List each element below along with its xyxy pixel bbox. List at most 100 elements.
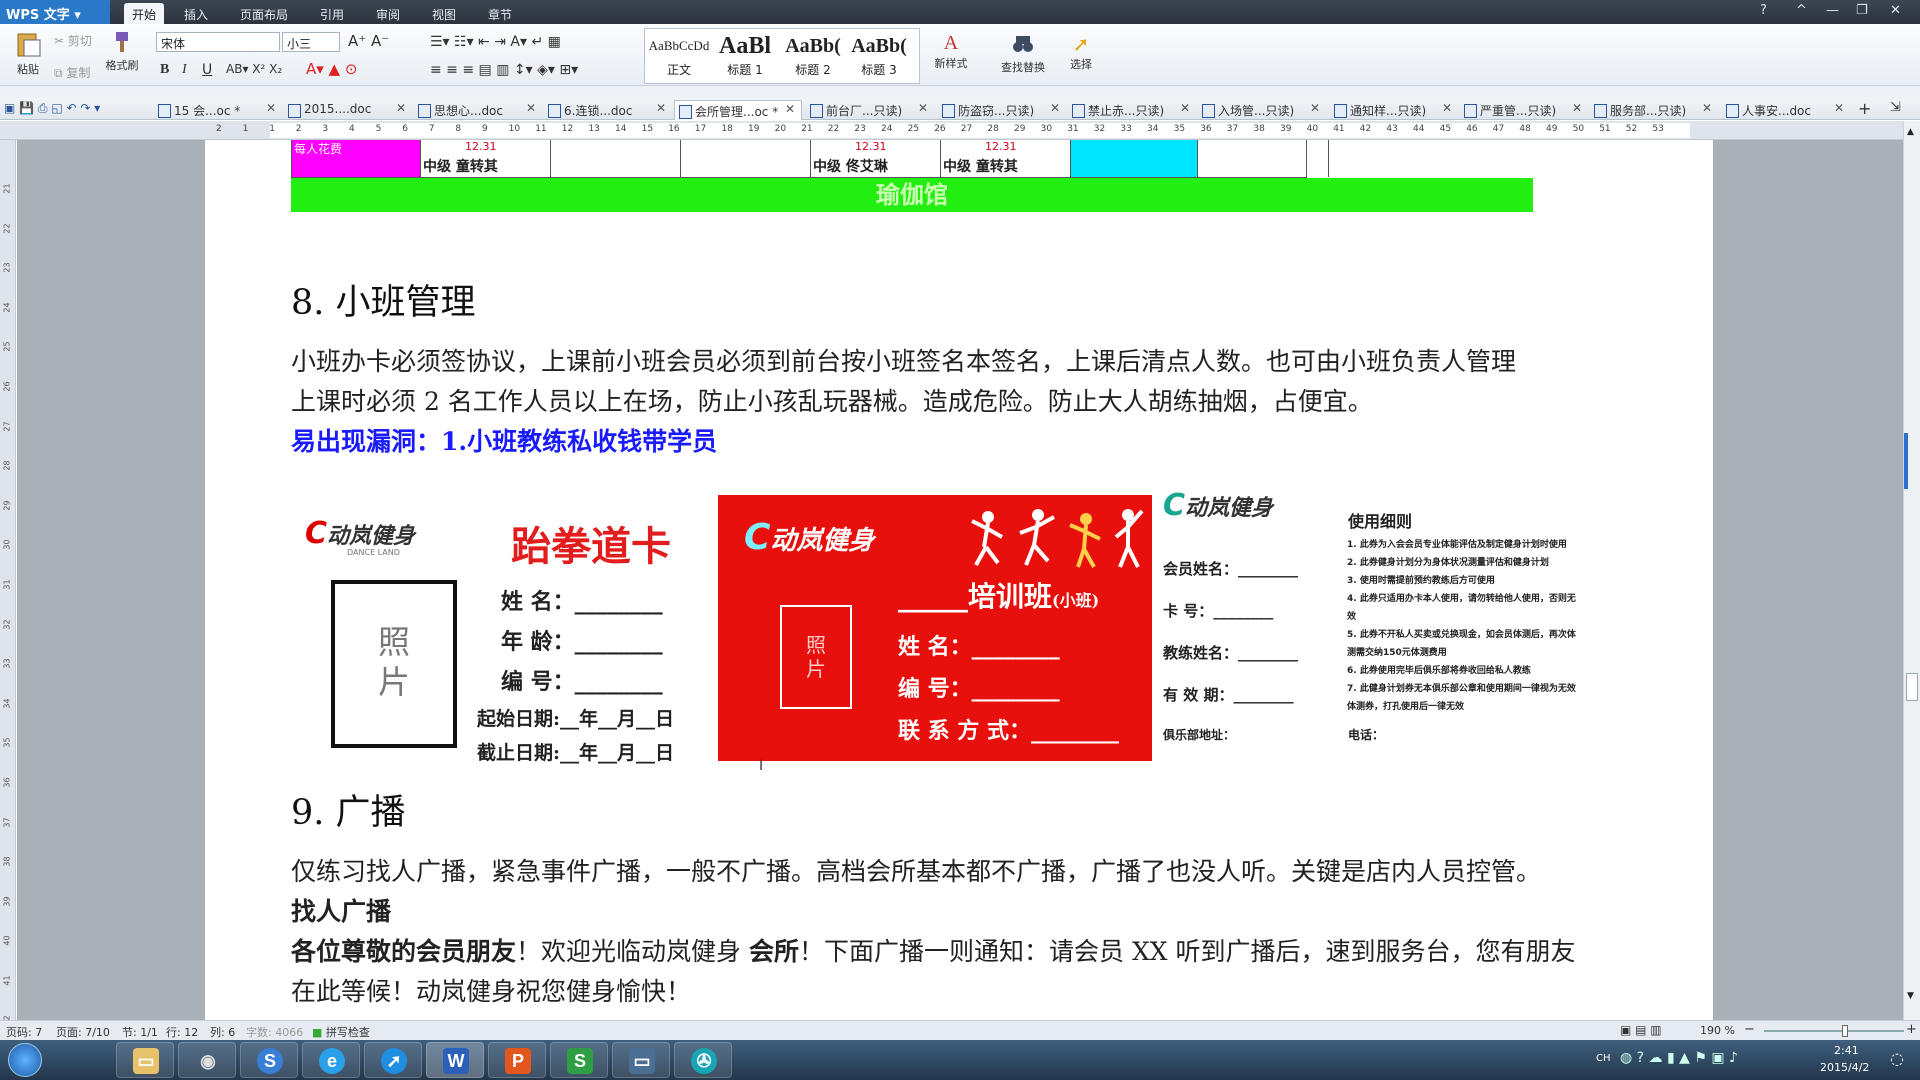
zoom-slider-thumb[interactable] bbox=[1842, 1025, 1848, 1037]
doc-tab[interactable]: 前台厂...只读) ✕ bbox=[806, 100, 934, 120]
style-normal[interactable]: AaBbCcDd 正文 bbox=[647, 31, 711, 83]
doc-tab[interactable]: 禁止赤...只读) ✕ bbox=[1068, 100, 1196, 120]
font-color-icon[interactable]: A▾ ▲ ⊙ bbox=[306, 60, 357, 78]
strike-button[interactable]: AB▾ X² X₂ bbox=[226, 62, 282, 76]
spell-check-toggle[interactable]: ■ 拼写检查 bbox=[312, 1024, 370, 1040]
taskbar-wps-writer[interactable]: W bbox=[426, 1042, 484, 1078]
taskbar-wps-spreadsheet[interactable]: S bbox=[550, 1042, 608, 1078]
help-icon[interactable]: ? bbox=[1760, 3, 1767, 18]
taskbar-media-player[interactable]: ✇ bbox=[674, 1042, 732, 1078]
doc-tab[interactable]: 人事安...doc ✕ bbox=[1722, 100, 1850, 120]
doc-tab[interactable]: 会所管理...oc * ✕ bbox=[674, 100, 802, 120]
italic-button[interactable]: I bbox=[182, 62, 187, 78]
new-style-button[interactable]: A 新样式 bbox=[928, 32, 974, 71]
start-button[interactable] bbox=[8, 1043, 42, 1077]
style-heading2[interactable]: AaBb(标题 2 bbox=[781, 31, 845, 83]
doc-tab[interactable]: 2015....doc ✕ bbox=[284, 100, 412, 120]
taskbar-qq[interactable]: ◉ bbox=[178, 1042, 236, 1078]
style-heading3[interactable]: AaBb(标题 3 bbox=[847, 31, 911, 83]
cut-button[interactable]: ✂ 剪切 bbox=[54, 32, 92, 49]
close-tab-icon[interactable]: ✕ bbox=[1702, 101, 1712, 115]
horizontal-ruler[interactable]: 2 1 1 2 3 4 5 6 7 8 9 10 11 12 13 14 15 16 17 18 19 20 21 22 23 2… bbox=[0, 121, 1920, 140]
doc-tab-label: 服务部...只读) bbox=[1610, 104, 1687, 118]
app-menu-button[interactable]: WPS 文字 ▾ bbox=[0, 0, 110, 24]
format-painter-button[interactable]: 格式刷 bbox=[100, 30, 144, 73]
ime-indicator[interactable]: CH bbox=[1596, 1053, 1611, 1064]
tab-insert[interactable]: 插入 bbox=[176, 3, 216, 24]
taskbar-browser-1[interactable]: S bbox=[240, 1042, 298, 1078]
copy-button[interactable]: ⧉ 复制 bbox=[54, 64, 90, 81]
doc-tab[interactable]: 6.连锁...doc ✕ bbox=[544, 100, 672, 120]
scroll-up-icon[interactable]: ▲ bbox=[1907, 127, 1914, 137]
status-wordcount[interactable]: 字数: 4066 bbox=[246, 1024, 303, 1040]
view-mode-icons[interactable]: ▣ ▤ ▥ bbox=[1620, 1023, 1662, 1037]
select-button[interactable]: ➚ 选择 bbox=[1062, 32, 1100, 72]
close-tab-icon[interactable]: ✕ bbox=[656, 101, 666, 115]
close-tab-icon[interactable]: ✕ bbox=[785, 102, 795, 116]
nav-side-tab[interactable] bbox=[1904, 433, 1908, 489]
doc-tab[interactable]: 严重管...只读) ✕ bbox=[1460, 100, 1588, 120]
bold-button[interactable]: B bbox=[160, 62, 169, 78]
vertical-ruler[interactable]: 21 22 23 24 25 26 27 28 29 30 31 32 33 34 35 36 37 38 39 40… bbox=[0, 140, 16, 1025]
tab-home[interactable]: 开始 bbox=[124, 3, 165, 24]
clock-date[interactable]: 2015/4/2 bbox=[1820, 1061, 1869, 1074]
close-tab-icon[interactable]: ✕ bbox=[266, 101, 276, 115]
collapse-ribbon-icon[interactable]: ^ bbox=[1796, 3, 1807, 18]
clock-time[interactable]: 2:41 bbox=[1834, 1044, 1859, 1057]
ruler-number: 48 bbox=[1519, 124, 1531, 134]
restore-button[interactable]: ❐ bbox=[1856, 3, 1868, 18]
tab-page-layout[interactable]: 页面布局 bbox=[232, 3, 296, 24]
tab-review[interactable]: 审阅 bbox=[368, 3, 408, 24]
tab-menu-icon[interactable]: ⇲ bbox=[1890, 100, 1901, 115]
tab-references[interactable]: 引用 bbox=[312, 3, 352, 24]
zoom-slider[interactable] bbox=[1764, 1030, 1904, 1032]
font-size-select[interactable]: 小三 bbox=[282, 32, 340, 52]
close-tab-icon[interactable]: ✕ bbox=[1180, 101, 1190, 115]
doc-tab[interactable]: 服务部...只读) ✕ bbox=[1590, 100, 1718, 120]
tab-section[interactable]: 章节 bbox=[480, 3, 520, 24]
align-icons[interactable]: ≡ ≡ ≡ ▤ ▥ ↕▾ ◈▾ ⊞▾ bbox=[430, 62, 578, 78]
taskbar-explorer[interactable]: ▭ bbox=[116, 1042, 174, 1078]
close-tab-icon[interactable]: ✕ bbox=[526, 101, 536, 115]
paste-button[interactable]: 粘贴 bbox=[8, 30, 48, 77]
close-tab-icon[interactable]: ✕ bbox=[396, 101, 406, 115]
close-tab-icon[interactable]: ✕ bbox=[918, 101, 928, 115]
scroll-down-icon[interactable]: ▼ bbox=[1907, 991, 1914, 1001]
taskbar-remote-desktop[interactable]: ▭ bbox=[612, 1042, 670, 1078]
close-button[interactable]: ✕ bbox=[1890, 3, 1901, 18]
doc-tab[interactable]: 防盗窃...只读) ✕ bbox=[938, 100, 1066, 120]
spell-check-icon: ■ bbox=[312, 1026, 323, 1039]
quick-access-icons[interactable]: ▣ 💾 ⎙ ◱ ↶ ↷ ▾ bbox=[4, 101, 100, 116]
action-center-icon[interactable]: ◌ bbox=[1890, 1049, 1904, 1068]
zoom-level[interactable]: 190 % bbox=[1700, 1024, 1735, 1037]
ruler-number: 47 bbox=[1492, 124, 1505, 134]
style-heading1[interactable]: AaBl 标题 1 bbox=[713, 31, 777, 83]
doc-tab[interactable]: 15 会...oc * ✕ bbox=[154, 100, 282, 120]
document-page[interactable]: 每人花费 12.31 中级 童转其 12.31 中级 佟艾琳 12.31 中级 … bbox=[205, 140, 1713, 1020]
taskbar-browser-2[interactable]: e bbox=[302, 1042, 360, 1078]
close-tab-icon[interactable]: ✕ bbox=[1442, 101, 1452, 115]
tray-icons[interactable]: ◍ ? ☁ ▮ ▲ ⚑ ▣ ♪ bbox=[1620, 1050, 1738, 1066]
underline-button[interactable]: U bbox=[202, 62, 212, 78]
doc-tab[interactable]: 思想心...doc ✕ bbox=[414, 100, 542, 120]
card-field-contact: 联 系 方 式：________ bbox=[898, 718, 1119, 744]
taskbar-wps-presentation[interactable]: P bbox=[488, 1042, 546, 1078]
vertical-scrollbar[interactable]: ▲ ▼ bbox=[1903, 121, 1920, 1020]
font-name-select[interactable]: 宋体 bbox=[156, 32, 280, 52]
new-tab-icon[interactable]: + bbox=[1858, 99, 1871, 118]
minimize-button[interactable]: — bbox=[1826, 3, 1839, 18]
close-tab-icon[interactable]: ✕ bbox=[1310, 101, 1320, 115]
zoom-out-icon[interactable]: − bbox=[1744, 1022, 1755, 1037]
scroll-thumb[interactable] bbox=[1906, 673, 1918, 701]
doc-tab[interactable]: 入场管...只读) ✕ bbox=[1198, 100, 1326, 120]
find-replace-button[interactable]: 查找替换 bbox=[992, 32, 1054, 75]
close-tab-icon[interactable]: ✕ bbox=[1050, 101, 1060, 115]
doc-tab[interactable]: 通知样...只读) ✕ bbox=[1330, 100, 1458, 120]
close-tab-icon[interactable]: ✕ bbox=[1834, 101, 1844, 115]
tab-view[interactable]: 视图 bbox=[424, 3, 464, 24]
zoom-in-icon[interactable]: + bbox=[1906, 1022, 1917, 1037]
close-tab-icon[interactable]: ✕ bbox=[1572, 101, 1582, 115]
taskbar-browser-3[interactable]: ➚ bbox=[364, 1042, 422, 1078]
list-icons[interactable]: ☰▾ ☷▾ ⇤ ⇥ A▾ ↵ ▦ bbox=[430, 34, 561, 50]
grow-font-icon[interactable]: A⁺ A⁻ bbox=[348, 32, 389, 50]
